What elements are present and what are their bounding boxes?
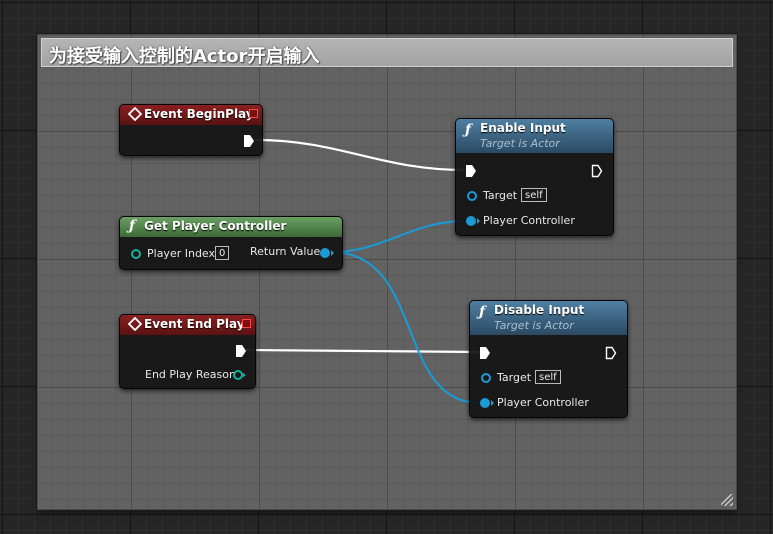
function-icon: ƒ: [129, 218, 136, 234]
node-header[interactable]: ƒ Disable Input Target is Actor: [470, 301, 627, 335]
exec-out-pin-icon[interactable]: [605, 346, 617, 360]
exec-out-pin-icon[interactable]: [591, 164, 603, 178]
function-icon: ƒ: [479, 304, 486, 320]
player-index-label: Player Index: [147, 247, 216, 260]
function-icon: ƒ: [465, 122, 472, 138]
player-controller-label: Player Controller: [497, 396, 589, 409]
node-title: Get Player Controller: [144, 219, 287, 233]
node-enable-input[interactable]: ƒ Enable Input Target is Actor Target se…: [455, 118, 614, 236]
node-header[interactable]: Event BeginPlay: [120, 105, 262, 125]
target-pin-icon[interactable]: [466, 190, 480, 202]
target-value-box[interactable]: self: [535, 370, 561, 384]
byte-in-pin-icon[interactable]: [130, 248, 142, 260]
target-label: Target: [497, 371, 532, 384]
node-disable-input[interactable]: ƒ Disable Input Target is Actor Target s…: [469, 300, 628, 418]
comment-title: 为接受输入控制的Actor开启输入: [49, 46, 320, 67]
delegate-pin-icon[interactable]: [242, 319, 251, 328]
node-title: Event BeginPlay: [144, 107, 254, 121]
object-out-pin-icon[interactable]: [319, 247, 335, 259]
exec-out-pin-icon[interactable]: [243, 134, 255, 148]
node-get-player-controller[interactable]: ƒ Get Player Controller Player Index 0 R…: [119, 216, 343, 270]
player-index-input[interactable]: 0: [215, 246, 230, 260]
delegate-pin-icon[interactable]: [249, 109, 258, 118]
target-pin-icon[interactable]: [480, 372, 494, 384]
player-controller-pin-icon[interactable]: [465, 215, 481, 227]
player-controller-label: Player Controller: [483, 214, 575, 227]
target-value-box[interactable]: self: [521, 188, 547, 202]
return-value-label: Return Value: [250, 245, 321, 258]
node-title: Enable Input: [480, 121, 566, 135]
resize-grip-icon[interactable]: [721, 494, 733, 506]
node-title: Event End Play: [144, 317, 245, 331]
event-diamond-icon: [128, 317, 142, 331]
node-header[interactable]: ƒ Enable Input Target is Actor: [456, 119, 613, 153]
node-header[interactable]: ƒ Get Player Controller: [120, 217, 342, 237]
player-controller-pin-icon[interactable]: [479, 397, 495, 409]
target-label: Target: [483, 189, 518, 202]
exec-in-pin-icon[interactable]: [479, 346, 491, 360]
node-event-endplay[interactable]: Event End Play End Play Reason: [119, 314, 256, 389]
exec-out-pin-icon[interactable]: [235, 344, 247, 358]
event-diamond-icon: [128, 107, 142, 121]
byte-out-pin-icon[interactable]: [232, 369, 246, 381]
node-header[interactable]: Event End Play: [120, 315, 255, 335]
node-subtitle: Target is Actor: [480, 137, 560, 150]
exec-in-pin-icon[interactable]: [465, 164, 477, 178]
end-play-reason-label: End Play Reason: [145, 368, 236, 381]
node-subtitle: Target is Actor: [494, 319, 574, 332]
node-title: Disable Input: [494, 303, 585, 317]
comment-header[interactable]: 为接受输入控制的Actor开启输入: [41, 38, 733, 67]
node-event-beginplay[interactable]: Event BeginPlay: [119, 104, 263, 156]
